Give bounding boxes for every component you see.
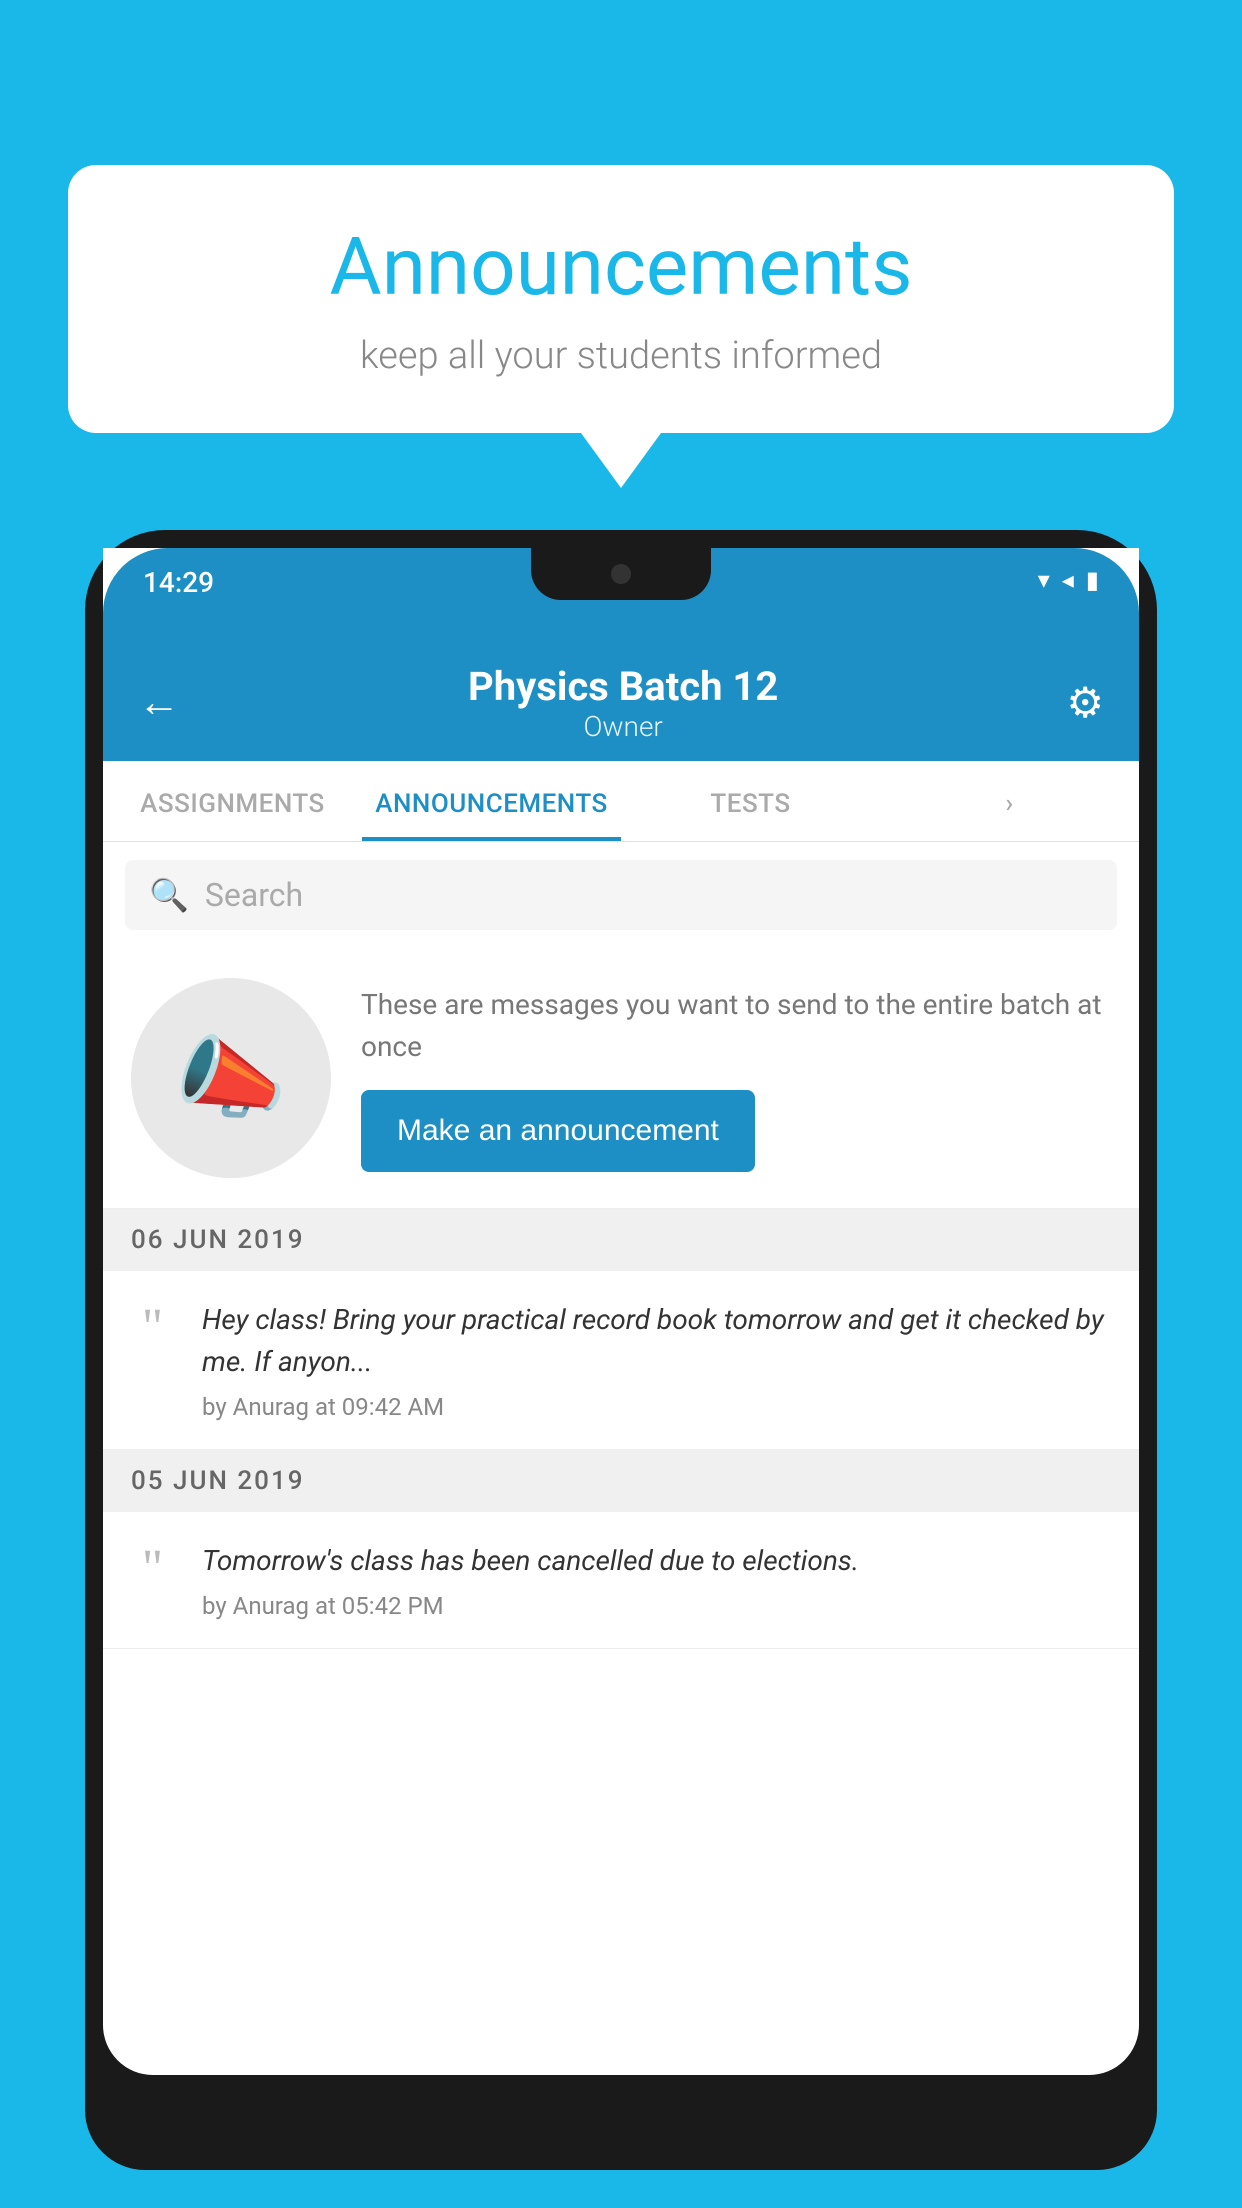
status-time: 14:29 (143, 566, 214, 599)
signal-icon: ◂ (1062, 566, 1074, 594)
search-icon: 🔍 (149, 876, 189, 914)
search-input-wrapper[interactable]: 🔍 Search (125, 860, 1117, 930)
speech-bubble-section: Announcements keep all your students inf… (68, 165, 1174, 488)
announcement-text-2: Tomorrow's class has been cancelled due … (202, 1540, 1111, 1582)
search-bar: 🔍 Search (103, 842, 1139, 948)
announcement-content-2: Tomorrow's class has been cancelled due … (202, 1540, 1111, 1620)
announcement-meta-1: by Anurag at 09:42 AM (202, 1393, 1111, 1421)
speech-bubble-subtitle: keep all your students informed (128, 334, 1114, 378)
tab-announcements[interactable]: ANNOUNCEMENTS (362, 761, 621, 841)
announcement-text-group: These are messages you want to send to t… (361, 984, 1111, 1172)
megaphone-circle: 📣 (131, 978, 331, 1178)
megaphone-icon: 📣 (175, 1026, 287, 1131)
phone-frame: 14:29 ▾ ◂ ▮ ← Physics Batch 12 Owner ⚙ (85, 530, 1157, 2170)
announcement-meta-2: by Anurag at 05:42 PM (202, 1592, 1111, 1620)
phone-mockup: 14:29 ▾ ◂ ▮ ← Physics Batch 12 Owner ⚙ (85, 530, 1157, 2208)
tab-tests[interactable]: TESTS (621, 761, 880, 841)
quote-icon-1: " (125, 1307, 180, 1421)
wifi-icon: ▾ (1038, 566, 1050, 594)
quote-icon-2: " (125, 1548, 180, 1620)
phone-screen: 14:29 ▾ ◂ ▮ ← Physics Batch 12 Owner ⚙ (103, 548, 1139, 2075)
camera-dot (611, 564, 631, 584)
battery-icon: ▮ (1086, 566, 1099, 594)
speech-bubble-title: Announcements (128, 220, 1114, 314)
back-button[interactable]: ← (138, 682, 180, 724)
search-placeholder: Search (205, 876, 303, 914)
date-separator-1: 06 JUN 2019 (103, 1209, 1139, 1271)
announcement-content-1: Hey class! Bring your practical record b… (202, 1299, 1111, 1421)
notch (531, 548, 711, 600)
header-title: Physics Batch 12 (468, 663, 778, 710)
speech-bubble-tail (581, 433, 661, 488)
announcement-item-2[interactable]: " Tomorrow's class has been cancelled du… (103, 1512, 1139, 1649)
header-title-group: Physics Batch 12 Owner (468, 663, 778, 743)
speech-bubble-card: Announcements keep all your students inf… (68, 165, 1174, 433)
announcement-text-1: Hey class! Bring your practical record b… (202, 1299, 1111, 1383)
announcement-prompt: 📣 These are messages you want to send to… (103, 948, 1139, 1209)
status-icons: ▾ ◂ ▮ (1038, 566, 1099, 594)
date-separator-2: 05 JUN 2019 (103, 1450, 1139, 1512)
tab-more[interactable]: › (880, 761, 1139, 841)
header-subtitle: Owner (468, 710, 778, 743)
announcement-description: These are messages you want to send to t… (361, 984, 1111, 1068)
app-header: ← Physics Batch 12 Owner ⚙ (103, 643, 1139, 761)
status-bar: 14:29 ▾ ◂ ▮ (103, 548, 1139, 643)
settings-icon[interactable]: ⚙ (1066, 678, 1104, 728)
announcement-item-1[interactable]: " Hey class! Bring your practical record… (103, 1271, 1139, 1450)
make-announcement-button[interactable]: Make an announcement (361, 1090, 755, 1172)
tabs-bar: ASSIGNMENTS ANNOUNCEMENTS TESTS › (103, 761, 1139, 842)
tab-assignments[interactable]: ASSIGNMENTS (103, 761, 362, 841)
